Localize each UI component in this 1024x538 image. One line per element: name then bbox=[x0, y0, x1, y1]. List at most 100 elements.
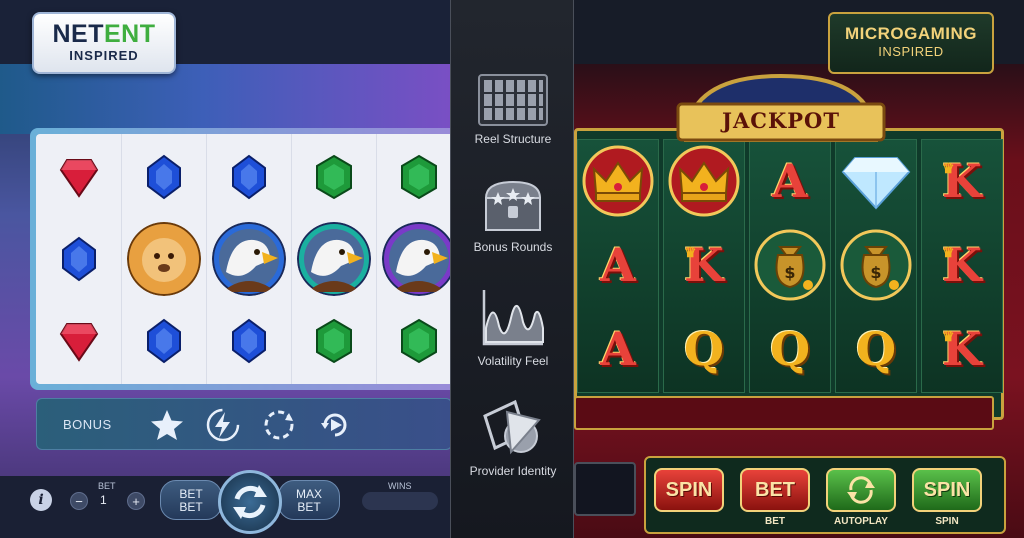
sapphire-symbol bbox=[229, 154, 269, 205]
max-bet-button[interactable]: MAX BET bbox=[278, 480, 340, 520]
netent-logo-subtitle: INSPIRED bbox=[69, 48, 139, 63]
diamond-symbol bbox=[836, 140, 916, 222]
autoplay-caption: AUTOPLAY bbox=[834, 516, 888, 527]
sapphire-symbol bbox=[144, 318, 184, 369]
sapphire-symbol bbox=[229, 318, 269, 369]
eagle-symbol bbox=[212, 222, 286, 301]
microgaming-logo-brand: MICROGAMING bbox=[844, 24, 978, 43]
bet-button[interactable]: BET bbox=[740, 468, 810, 512]
max-bet-line2: BET bbox=[297, 500, 321, 514]
bet-button-line1: BET bbox=[179, 487, 203, 501]
wins-caption: WINS bbox=[388, 481, 412, 491]
eagle-symbol bbox=[297, 222, 371, 301]
bet-button[interactable]: BET BET bbox=[160, 480, 222, 520]
netent-reel-column bbox=[121, 134, 206, 384]
netent-reel-column bbox=[291, 134, 376, 384]
provider-shapes-icon bbox=[483, 399, 541, 455]
feature-label-bonus-rounds: Bonus Rounds bbox=[473, 240, 553, 254]
letter-text: ♛ K bbox=[684, 238, 724, 292]
netent-reel-column bbox=[206, 134, 291, 384]
max-bet-line1: MAX bbox=[295, 487, 322, 501]
lightning-icon[interactable] bbox=[205, 407, 241, 443]
spin-button[interactable] bbox=[218, 470, 282, 534]
letter-symbol-k: ♛ K bbox=[922, 308, 1002, 390]
letter-symbol-q: Q bbox=[750, 308, 830, 390]
microgaming-info-bar bbox=[574, 396, 994, 430]
bet-decrease-button[interactable]: − bbox=[70, 492, 88, 510]
letter-text: A bbox=[600, 238, 636, 292]
emerald-symbol bbox=[314, 154, 354, 205]
crown-symbol bbox=[664, 140, 744, 222]
spin-button[interactable]: SPIN bbox=[912, 468, 982, 512]
feature-label-provider-identity: Provider Identity bbox=[469, 464, 557, 478]
letter-text: Q bbox=[855, 322, 897, 376]
microgaming-reel-frame: A A ♛ K Q A $ Q $ Q ♛ K ♛ K ♛ K bbox=[574, 128, 1004, 420]
bonus-label: BONUS bbox=[63, 417, 112, 432]
letter-symbol-a: A bbox=[578, 308, 658, 390]
eagle-symbol bbox=[382, 222, 452, 301]
treasure-chest-icon bbox=[484, 180, 542, 231]
feature-label-volatility-feel: Volatility Feel bbox=[477, 354, 549, 368]
letter-text: A bbox=[600, 322, 636, 376]
feature-reel-structure: Reel Structure bbox=[451, 74, 575, 146]
microgaming-logo-subtitle: INSPIRED bbox=[878, 44, 944, 59]
microgaming-left-tray bbox=[574, 462, 636, 516]
feature-volatility-feel: Volatility Feel bbox=[451, 288, 575, 368]
info-button[interactable]: i bbox=[30, 489, 52, 511]
volatility-graph-icon bbox=[482, 290, 544, 346]
autoplay-icon bbox=[847, 476, 875, 504]
netent-reel-column bbox=[376, 134, 452, 384]
sapphire-symbol bbox=[59, 236, 99, 287]
bet-caption: BET bbox=[98, 481, 116, 491]
reel-grid-icon bbox=[478, 74, 548, 126]
bet-increase-button[interactable]: + bbox=[127, 492, 145, 510]
spin-caption: SPIN bbox=[935, 516, 959, 527]
letter-symbol-q: Q bbox=[664, 308, 744, 390]
microgaming-reel-column: A $ Q bbox=[749, 139, 831, 393]
letter-symbol-a: A bbox=[578, 224, 658, 306]
netent-reel-window bbox=[30, 128, 452, 390]
wins-display bbox=[362, 492, 438, 510]
crown-symbol bbox=[578, 140, 658, 222]
letter-symbol-k: ♛ K bbox=[922, 140, 1002, 222]
replay-icon[interactable] bbox=[317, 407, 353, 443]
jackpot-label: JACKPOT bbox=[722, 108, 840, 133]
lion-symbol bbox=[127, 222, 201, 301]
feature-bonus-rounds: Bonus Rounds bbox=[451, 178, 575, 254]
microgaming-reel-column: $ Q bbox=[835, 139, 917, 393]
emerald-symbol bbox=[314, 318, 354, 369]
refresh-icon[interactable] bbox=[261, 407, 297, 443]
letter-symbol-k: ♛ K bbox=[664, 224, 744, 306]
letter-text: A bbox=[772, 154, 808, 208]
feature-provider-identity: Provider Identity bbox=[451, 398, 575, 478]
microgaming-reel-column: AA bbox=[577, 139, 659, 393]
bonus-bar: BONUS bbox=[36, 398, 452, 450]
spin-button[interactable]: SPIN bbox=[654, 468, 724, 512]
netent-reel-column bbox=[36, 134, 121, 384]
sapphire-symbol bbox=[144, 154, 184, 205]
netent-panel: NETENT INSPIRED BONUS i BET − 1 + BET BE… bbox=[0, 0, 452, 538]
microgaming-reel-column: ♛ K ♛ K ♛ K bbox=[921, 139, 1003, 393]
letter-symbol-k: ♛ K bbox=[922, 224, 1002, 306]
money-bag-symbol: $ bbox=[750, 224, 830, 306]
emerald-symbol bbox=[399, 154, 439, 205]
autoplay-button[interactable] bbox=[826, 468, 896, 512]
netent-logo-brand: NETENT bbox=[52, 20, 156, 48]
letter-text: ♛ K bbox=[942, 154, 982, 208]
star-icon[interactable] bbox=[149, 407, 185, 443]
microgaming-logo: MICROGAMING INSPIRED bbox=[828, 12, 994, 74]
bonus-icons bbox=[137, 399, 452, 449]
bet-value: 1 bbox=[100, 493, 107, 507]
svg-text:$: $ bbox=[870, 263, 881, 282]
left-gradient-band bbox=[0, 64, 452, 134]
microgaming-panel: MICROGAMING INSPIRED A A ♛ K Q A $ Q $ Q ♛ K ♛ K ♛ K JA… bbox=[574, 0, 1024, 538]
microgaming-button-tray: SPIN BET BET AUTOPLAY SPIN SPIN bbox=[644, 456, 1006, 534]
letter-text: Q bbox=[769, 322, 811, 376]
bet-button-line2: BET bbox=[179, 500, 203, 514]
letter-text: ♛ K bbox=[942, 322, 982, 376]
spin-arrows-icon bbox=[233, 485, 267, 519]
feature-label-reel-structure: Reel Structure bbox=[474, 132, 552, 146]
comparison-divider: Reel Structure Bonus Rounds Volatility F… bbox=[450, 0, 574, 538]
ruby-symbol bbox=[59, 154, 99, 205]
letter-text: ♛ K bbox=[942, 238, 982, 292]
